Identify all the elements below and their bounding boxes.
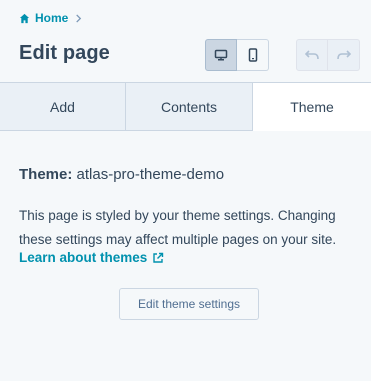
page-title: Edit page: [19, 42, 110, 64]
redo-icon: [336, 50, 351, 60]
theme-panel: Theme: atlas-pro-theme-demo This page is…: [0, 131, 371, 381]
sidebar-tabs: Add Contents Theme: [0, 82, 371, 131]
theme-info: Theme: atlas-pro-theme-demo: [19, 166, 224, 183]
edit-theme-settings-button[interactable]: Edit theme settings: [119, 288, 259, 320]
undo-button[interactable]: [296, 39, 328, 71]
learn-about-themes-link[interactable]: Learn about themes: [19, 250, 164, 265]
chevron-right-icon: [75, 13, 82, 23]
undo-redo-group: [296, 39, 360, 71]
mobile-preview-button[interactable]: [237, 39, 269, 71]
undo-icon: [304, 50, 319, 60]
home-icon: [19, 13, 30, 24]
theme-description: This page is styled by your theme settin…: [19, 208, 337, 247]
desktop-preview-button[interactable]: [205, 39, 237, 71]
breadcrumb[interactable]: Home: [19, 10, 82, 26]
desktop-icon: [214, 49, 228, 60]
tab-add[interactable]: Add: [0, 82, 126, 131]
breadcrumb-home-link[interactable]: Home: [35, 11, 68, 25]
learn-link-label: Learn about themes: [19, 250, 148, 265]
external-link-icon: [152, 252, 164, 264]
theme-name: atlas-pro-theme-demo: [76, 166, 225, 183]
redo-button[interactable]: [328, 39, 360, 71]
editor-header: Home Edit page: [0, 0, 371, 82]
mobile-icon: [248, 48, 257, 62]
tab-theme[interactable]: Theme: [253, 82, 371, 131]
theme-label: Theme:: [19, 166, 73, 183]
device-preview-toggle: [205, 39, 269, 71]
tab-contents[interactable]: Contents: [126, 82, 253, 131]
